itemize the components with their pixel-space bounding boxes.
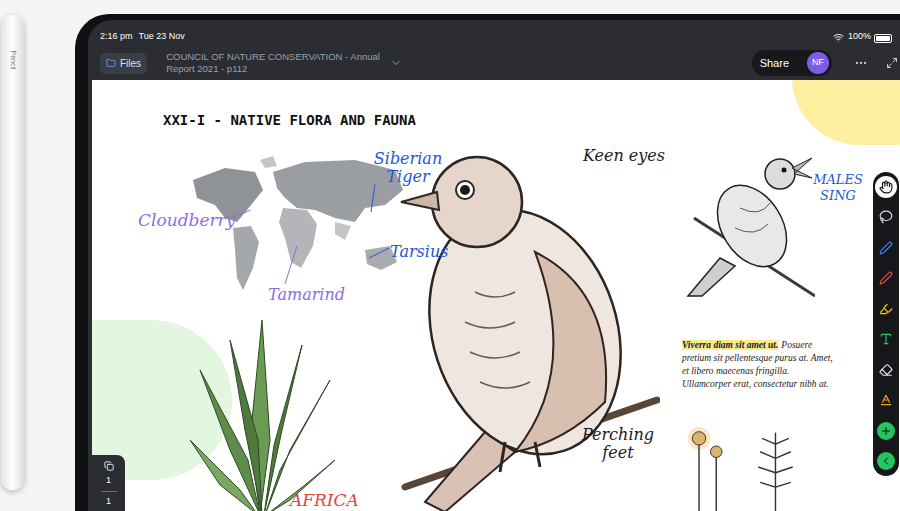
page-heading: XXI-I - NATIVE FLORA AND FAUNA: [163, 110, 416, 131]
singing-bird-illustration: [680, 148, 815, 298]
time: 2:16 pm: [100, 30, 133, 44]
ipad-frame: 2:16 pm Tue 23 Nov 100% Files COUNCIL OF NAT…: [75, 14, 900, 511]
share-pill[interactable]: Share NF: [752, 50, 832, 76]
chevron-down-icon[interactable]: [390, 57, 402, 69]
handwritten-note[interactable]: Cloudberry: [138, 208, 235, 234]
handwritten-note[interactable]: Tarsius: [390, 240, 448, 264]
add-icon: [877, 422, 895, 440]
tool-button[interactable]: [875, 450, 897, 472]
share-button[interactable]: Share: [760, 55, 789, 72]
tool-button[interactable]: [875, 298, 897, 320]
tool-button[interactable]: [875, 328, 897, 350]
expand-icon[interactable]: [886, 57, 898, 69]
more-icon[interactable]: [854, 56, 868, 70]
handwritten-note[interactable]: MALES SING: [810, 172, 866, 204]
aloe-plant-illustration: [190, 320, 335, 511]
text-box-icon: [879, 332, 893, 346]
lasso-icon: [879, 210, 893, 224]
tool-button[interactable]: [875, 420, 897, 442]
tool-button[interactable]: [875, 206, 897, 228]
yellow-blob: [792, 80, 900, 145]
current-page: 1: [106, 474, 111, 488]
screen: 2:16 pm Tue 23 Nov 100% Files COUNCIL OF NAT…: [88, 20, 900, 511]
hand-icon: [879, 180, 893, 194]
handwritten-note[interactable]: Perching feet: [576, 426, 660, 462]
wifi-icon: [833, 32, 844, 43]
pen-icon: [879, 271, 893, 285]
files-button[interactable]: Files: [100, 53, 147, 74]
highlighter-icon: [879, 302, 893, 316]
pages-icon: [104, 461, 114, 471]
tool-button[interactable]: [875, 389, 897, 411]
tool-button[interactable]: [875, 359, 897, 381]
nav-bar: Files COUNCIL OF NATURE CONSERVATION - An…: [88, 46, 900, 80]
folder-icon: [106, 58, 116, 68]
text-style-icon: [879, 393, 893, 407]
apple-pencil: Pencil: [1, 15, 24, 490]
highlighted-text: Viverra diam sit amet ut.: [682, 340, 778, 350]
paragraph: Viverra diam sit amet ut.Posuere pretium…: [682, 339, 834, 391]
avatar[interactable]: NF: [807, 52, 829, 74]
collapse-icon: [877, 452, 895, 470]
pencil-column: Pencil: [0, 0, 75, 511]
battery-icon: [874, 34, 892, 43]
document-title[interactable]: COUNCIL OF NATURE CONSERVATION - Annual …: [166, 51, 388, 75]
tool-button[interactable]: [875, 267, 897, 289]
handwritten-note[interactable]: Tamarind: [268, 283, 345, 307]
document-page[interactable]: XXI-I - NATIVE FLORA AND FAUNA Cloudberry…: [92, 80, 900, 511]
tool-button[interactable]: [875, 176, 897, 198]
pencil-label: Pencil: [7, 50, 17, 69]
date: Tue 23 Nov: [139, 30, 185, 44]
handwritten-note[interactable]: Siberian Tiger: [370, 150, 446, 186]
eraser-icon: [879, 363, 893, 377]
total-pages: 1: [106, 495, 111, 509]
status-bar: 2:16 pm Tue 23 Nov 100%: [88, 20, 900, 46]
page-indicator[interactable]: 11: [92, 455, 125, 511]
battery-percent: 100%: [848, 30, 871, 44]
tool-button[interactable]: [875, 237, 897, 259]
tool-bar: [873, 172, 899, 476]
app: Pencil 2:16 pm Tue 23 Nov 100% Files COUNCIL …: [0, 0, 900, 511]
handwritten-note[interactable]: AFRICA: [290, 488, 359, 511]
pen-icon: [879, 241, 893, 255]
handwritten-note[interactable]: Keen eyes: [583, 144, 665, 168]
flowers-illustration: [675, 425, 810, 511]
